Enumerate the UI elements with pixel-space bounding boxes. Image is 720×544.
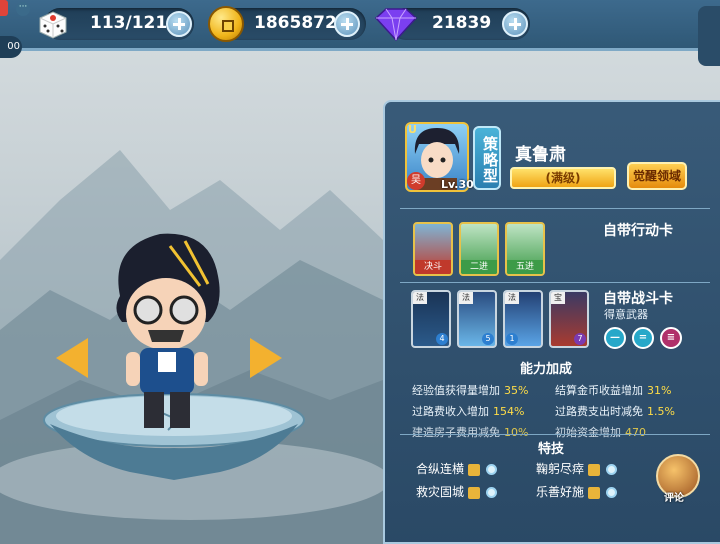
- card-number: 4: [436, 333, 448, 345]
- comment-label: 评论: [664, 493, 684, 504]
- battle-card-2[interactable]: 法 5: [457, 290, 497, 348]
- bonus-value: 10%: [504, 426, 529, 439]
- skill-level-icon: [588, 463, 601, 476]
- card-number: 5: [482, 333, 494, 345]
- bonus-item: 过路费支出时减免 1.5%: [555, 403, 675, 419]
- skill-level-icon: [468, 486, 481, 499]
- card-type-tag: 法: [413, 292, 427, 304]
- skill-item[interactable]: 合纵连横: [416, 460, 498, 477]
- weapon-icon-2[interactable]: =: [632, 327, 654, 349]
- left-counter-value: 00: [7, 41, 20, 52]
- divider: [400, 208, 710, 209]
- level-status-bar: (满级): [510, 167, 616, 189]
- type-badge: 策略型: [473, 126, 501, 190]
- level-label: Lv.30: [441, 178, 474, 191]
- action-cards-title: 自带行动卡: [603, 223, 673, 239]
- character-sprite[interactable]: [100, 226, 230, 436]
- divider: [400, 434, 710, 435]
- weapon-icon-1[interactable]: —: [604, 327, 626, 349]
- bonus-value: 31%: [647, 384, 672, 397]
- bonuses-title: 能力加成: [520, 362, 573, 377]
- weapon-label: 得意武器: [604, 308, 648, 321]
- magnifier-icon[interactable]: [606, 464, 618, 475]
- awaken-domain-button[interactable]: 觉醒领域: [627, 162, 687, 190]
- more-options-icon[interactable]: ···: [16, 2, 30, 16]
- skill-label: 救灾固城: [416, 485, 465, 499]
- skill-label: 乐善好施: [536, 485, 585, 499]
- action-card-advance-two[interactable]: 二进: [459, 222, 499, 276]
- card-number: 7: [574, 333, 586, 345]
- coin-icon: [208, 6, 244, 42]
- bonus-label: 结算金币收益增加: [555, 384, 643, 397]
- side-menu-tab[interactable]: [698, 6, 720, 66]
- next-character-arrow-icon[interactable]: [250, 338, 282, 378]
- action-card-label: 决斗: [415, 260, 451, 274]
- weapon-icon-3[interactable]: ≡: [660, 327, 682, 349]
- add-dice-button[interactable]: [166, 11, 192, 37]
- skills-title: 特技: [538, 442, 565, 457]
- bonus-value: 1.5%: [647, 405, 675, 418]
- gem-value: 21839: [432, 13, 492, 33]
- battle-card-3[interactable]: 法 1: [503, 290, 543, 348]
- skill-item[interactable]: 乐善好施: [536, 483, 618, 500]
- bonus-item: 经验值获得量增加 35%: [412, 382, 528, 398]
- bonus-item: 初始资金增加 470: [555, 424, 646, 440]
- bonus-label: 过路费支出时减免: [555, 405, 643, 418]
- notification-flag-icon[interactable]: [0, 0, 8, 16]
- magnifier-icon[interactable]: [486, 464, 498, 475]
- card-type-tag: 法: [505, 292, 519, 304]
- faction-badge: 吴: [407, 172, 425, 190]
- prev-character-arrow-icon[interactable]: [56, 338, 88, 378]
- skill-item[interactable]: 救灾固城: [416, 483, 498, 500]
- dice-value: 113/121: [90, 13, 168, 33]
- magnifier-icon[interactable]: [486, 487, 498, 498]
- skill-level-icon: [468, 463, 481, 476]
- skill-item[interactable]: 鞠躬尽瘁: [536, 460, 618, 477]
- left-counter-stub: 00: [0, 36, 22, 58]
- bonus-label: 建造房子费用减免: [412, 426, 500, 439]
- character-name: 真鲁肃: [515, 145, 566, 165]
- battle-cards-title: 自带战斗卡: [603, 291, 673, 307]
- add-gem-button[interactable]: [502, 11, 528, 37]
- bonus-value: 154%: [493, 405, 525, 418]
- bonus-item: 建造房子费用减免 10%: [412, 424, 528, 440]
- bonus-item: 过路费收入增加 154%: [412, 403, 524, 419]
- bonus-value: 470: [625, 426, 646, 439]
- divider: [400, 282, 710, 283]
- skill-level-icon: [588, 486, 601, 499]
- bonus-value: 35%: [504, 384, 529, 397]
- action-card-label: 五进: [507, 260, 543, 274]
- bonus-item: 结算金币收益增加 31%: [555, 382, 671, 398]
- rarity-label: U: [408, 123, 417, 136]
- add-coin-button[interactable]: [334, 11, 360, 37]
- dice-icon: [39, 11, 67, 39]
- diamond-icon: [374, 8, 418, 42]
- action-card-advance-five[interactable]: 五进: [505, 222, 545, 276]
- coin-value: 1865872: [254, 13, 337, 33]
- skill-label: 合纵连横: [416, 462, 465, 476]
- card-type-tag: 法: [459, 292, 473, 304]
- action-card-duel[interactable]: 决斗: [413, 222, 453, 276]
- bonus-label: 初始资金增加: [555, 426, 621, 439]
- bonus-label: 经验值获得量增加: [412, 384, 500, 397]
- skill-label: 鞠躬尽瘁: [536, 462, 585, 476]
- bonus-label: 过路费收入增加: [412, 405, 489, 418]
- card-type-tag: 宝: [551, 292, 565, 304]
- battle-card-4[interactable]: 宝 7: [549, 290, 589, 348]
- action-card-label: 二进: [461, 260, 497, 274]
- magnifier-icon[interactable]: [606, 487, 618, 498]
- battle-card-1[interactable]: 法 4: [411, 290, 451, 348]
- card-number: 1: [506, 333, 518, 345]
